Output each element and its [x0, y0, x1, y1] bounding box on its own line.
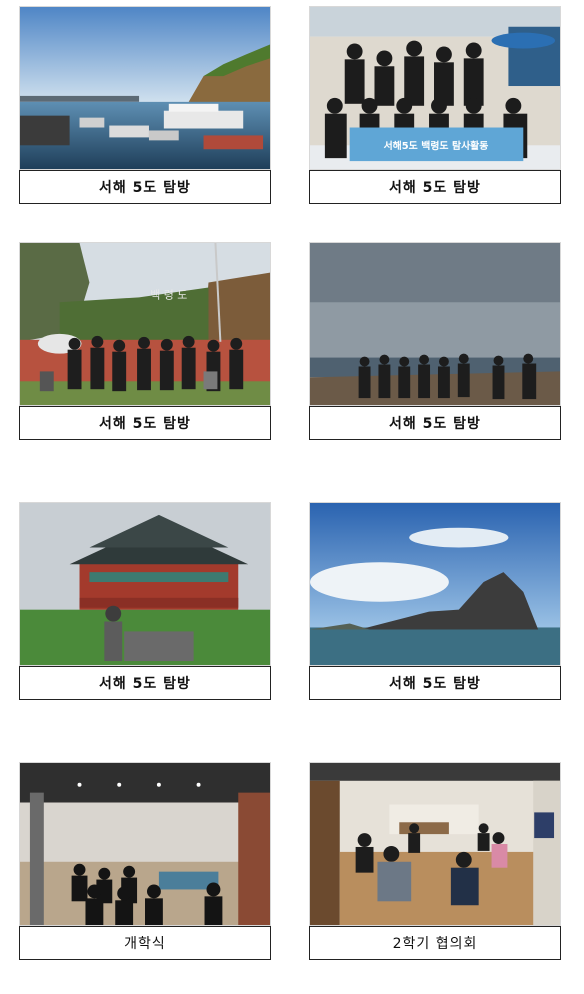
- photo-card-council-meeting: 2학기 협의회: [309, 762, 561, 960]
- photo-card-island-group: 백 령 도 서해 5도 탐방: [19, 242, 271, 440]
- photo-card-coast-rocks: 서해 5도 탐방: [309, 242, 561, 440]
- photo-caption: 서해 5도 탐방: [309, 666, 561, 700]
- photo-coast-rocks: [309, 242, 561, 406]
- photo-caption: 서해 5도 탐방: [19, 406, 271, 440]
- photo-caption: 개학식: [19, 926, 271, 960]
- photo-group-banner: 서해5도 백령도 탐사활동: [309, 6, 561, 170]
- photo-caption: 서해 5도 탐방: [309, 170, 561, 204]
- photo-opening-ceremony: [19, 762, 271, 926]
- photo-card-sea-cliff: 서해 5도 탐방: [309, 502, 561, 700]
- photo-pavilion: [19, 502, 271, 666]
- photo-caption: 2학기 협의회: [309, 926, 561, 960]
- photo-card-opening-ceremony: 개학식: [19, 762, 271, 960]
- photo-card-group-banner: 서해5도 백령도 탐사활동 서해 5도 탐방: [309, 6, 561, 204]
- photo-card-pavilion: 서해 5도 탐방: [19, 502, 271, 700]
- photo-caption: 서해 5도 탐방: [19, 666, 271, 700]
- photo-council-meeting: [309, 762, 561, 926]
- photo-harbor: [19, 6, 271, 170]
- photo-caption: 서해 5도 탐방: [19, 170, 271, 204]
- photo-sea-cliff: [309, 502, 561, 666]
- photo-caption: 서해 5도 탐방: [309, 406, 561, 440]
- island-sign-text: 백 령 도: [150, 288, 187, 301]
- banner-text: 서해5도 백령도 탐사활동: [384, 139, 489, 152]
- photo-island-group: 백 령 도: [19, 242, 271, 406]
- photo-card-harbor: 서해 5도 탐방: [19, 6, 271, 204]
